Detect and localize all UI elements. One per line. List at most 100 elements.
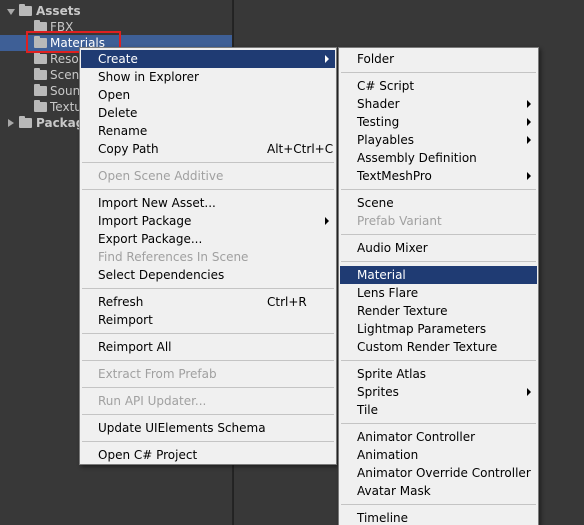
folder-icon (34, 52, 47, 64)
menu-item-label: Timeline (357, 511, 409, 525)
submenu-item-animator-override-controller[interactable]: Animator Override Controller (340, 464, 537, 482)
submenu-arrow-icon (325, 217, 329, 225)
tree-item-assets[interactable]: Assets (0, 3, 233, 19)
menu-item-label: Scene (357, 196, 394, 210)
menu-separator (341, 423, 536, 424)
menu-separator (82, 288, 334, 289)
tree-item-label: Scen (50, 68, 80, 82)
submenu-item-playables[interactable]: Playables (340, 131, 537, 149)
menu-item-label: Tile (357, 403, 379, 417)
menu-item-label: Playables (357, 133, 414, 147)
submenu-arrow-icon (527, 172, 531, 180)
menu-item-label: Lens Flare (357, 286, 419, 300)
submenu-item-custom-render-texture[interactable]: Custom Render Texture (340, 338, 537, 356)
menu-item-show-in-explorer[interactable]: Show in Explorer (81, 68, 335, 86)
menu-separator (82, 387, 334, 388)
menu-item-label: Render Texture (357, 304, 448, 318)
menu-separator (341, 234, 536, 235)
menu-item-label: Rename (98, 124, 148, 138)
submenu-arrow-icon (527, 118, 531, 126)
submenu-item-textmeshpro[interactable]: TextMeshPro (340, 167, 537, 185)
menu-item-refresh[interactable]: Refresh Ctrl+R (81, 293, 335, 311)
submenu-arrow-icon (527, 136, 531, 144)
submenu-item-testing[interactable]: Testing (340, 113, 537, 131)
submenu-item-avatar-mask[interactable]: Avatar Mask (340, 482, 537, 500)
menu-item-label: Open Scene Additive (98, 169, 224, 183)
submenu-item-prefab-variant: Prefab Variant (340, 212, 537, 230)
menu-item-label: Animator Override Controller (357, 466, 531, 480)
menu-item-create[interactable]: Create (81, 50, 335, 68)
menu-item-label: Animation (357, 448, 419, 462)
menu-separator (341, 360, 536, 361)
menu-item-label: Reimport (98, 313, 153, 327)
submenu-item-tile[interactable]: Tile (340, 401, 537, 419)
menu-item-import-new-asset[interactable]: Import New Asset... (81, 194, 335, 212)
submenu-item-sprites[interactable]: Sprites (340, 383, 537, 401)
menu-item-extract-from-prefab: Extract From Prefab (81, 365, 335, 383)
submenu-item-animation[interactable]: Animation (340, 446, 537, 464)
submenu-item-timeline[interactable]: Timeline (340, 509, 537, 525)
menu-item-open-csharp-project[interactable]: Open C# Project (81, 446, 335, 464)
menu-separator (341, 72, 536, 73)
menu-item-label: Shader (357, 97, 400, 111)
menu-item-label: Testing (357, 115, 400, 129)
menu-item-import-package[interactable]: Import Package (81, 212, 335, 230)
submenu-arrow-icon (527, 100, 531, 108)
menu-separator (82, 162, 334, 163)
tree-item-label: Packag (36, 116, 85, 130)
menu-item-delete[interactable]: Delete (81, 104, 335, 122)
menu-item-label: Assembly Definition (357, 151, 477, 165)
submenu-item-csharp-script[interactable]: C# Script (340, 77, 537, 95)
menu-separator (82, 360, 334, 361)
menu-item-label: Copy Path (98, 142, 159, 156)
submenu-item-shader[interactable]: Shader (340, 95, 537, 113)
submenu-item-render-texture[interactable]: Render Texture (340, 302, 537, 320)
menu-item-reimport[interactable]: Reimport (81, 311, 335, 329)
tree-item-label: Soun (50, 84, 81, 98)
menu-item-label: Animator Controller (357, 430, 476, 444)
menu-item-select-dependencies[interactable]: Select Dependencies (81, 266, 335, 284)
menu-item-open[interactable]: Open (81, 86, 335, 104)
menu-item-copy-path[interactable]: Copy Path Alt+Ctrl+C (81, 140, 335, 158)
menu-item-export-package[interactable]: Export Package... (81, 230, 335, 248)
menu-item-label: Create (98, 52, 138, 66)
menu-item-label: Custom Render Texture (357, 340, 498, 354)
submenu-item-animator-controller[interactable]: Animator Controller (340, 428, 537, 446)
submenu-arrow-icon (325, 55, 329, 63)
expand-arrow-icon[interactable] (7, 9, 15, 15)
menu-item-label: Delete (98, 106, 138, 120)
submenu-item-material[interactable]: Material (340, 266, 537, 284)
submenu-item-lightmap-parameters[interactable]: Lightmap Parameters (340, 320, 537, 338)
folder-icon (34, 84, 47, 96)
submenu-item-audio-mixer[interactable]: Audio Mixer (340, 239, 537, 257)
menu-item-label: Avatar Mask (357, 484, 431, 498)
submenu-item-lens-flare[interactable]: Lens Flare (340, 284, 537, 302)
folder-icon (34, 68, 47, 80)
menu-item-rename[interactable]: Rename (81, 122, 335, 140)
menu-item-label: Open (98, 88, 131, 102)
menu-item-label: TextMeshPro (357, 169, 432, 183)
menu-item-label: Folder (357, 52, 395, 66)
menu-item-label: Run API Updater... (98, 394, 207, 408)
menu-item-label: Update UIElements Schema (98, 421, 266, 435)
folder-icon (19, 4, 32, 16)
menu-item-label: Import New Asset... (98, 196, 216, 210)
submenu-item-assembly-definition[interactable]: Assembly Definition (340, 149, 537, 167)
menu-item-label: Extract From Prefab (98, 367, 217, 381)
menu-item-label: Sprite Atlas (357, 367, 427, 381)
menu-separator (82, 189, 334, 190)
tree-item-label: Assets (36, 4, 81, 18)
create-submenu: Folder C# Script Shader Testing Playable… (338, 47, 539, 525)
menu-item-open-scene-additive: Open Scene Additive (81, 167, 335, 185)
expand-arrow-icon[interactable] (8, 119, 14, 127)
submenu-item-sprite-atlas[interactable]: Sprite Atlas (340, 365, 537, 383)
menu-separator (82, 441, 334, 442)
menu-item-label: Show in Explorer (98, 70, 199, 84)
menu-item-update-uielements-schema[interactable]: Update UIElements Schema (81, 419, 335, 437)
context-menu: Create Show in Explorer Open Delete Rena… (79, 47, 337, 465)
menu-separator (341, 261, 536, 262)
submenu-item-folder[interactable]: Folder (340, 50, 537, 68)
menu-item-label: Sprites (357, 385, 399, 399)
menu-item-reimport-all[interactable]: Reimport All (81, 338, 335, 356)
submenu-item-scene[interactable]: Scene (340, 194, 537, 212)
